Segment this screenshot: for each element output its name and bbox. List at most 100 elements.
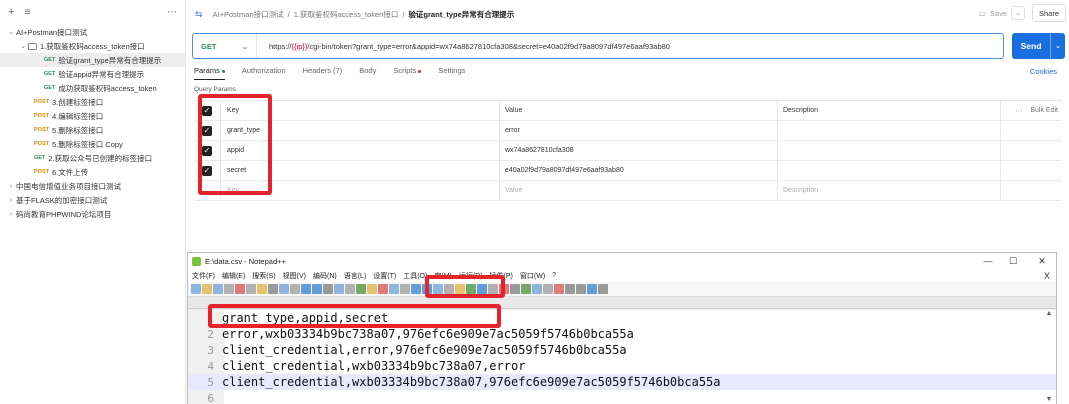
notepad-menu-item[interactable]: 语言(L): [344, 271, 367, 281]
tab-settings[interactable]: Settings: [438, 66, 465, 80]
toolbar-tool-icon[interactable]: [554, 284, 564, 294]
notepad-menu-item[interactable]: 搜索(S): [252, 271, 275, 281]
toolbar-tool-icon[interactable]: [587, 284, 597, 294]
toolbar-tool-icon[interactable]: [191, 284, 201, 294]
notepad-menu-item[interactable]: 编辑(E): [222, 271, 245, 281]
toolbar-tool-icon[interactable]: [323, 284, 333, 294]
toolbar-tool-icon[interactable]: [224, 284, 234, 294]
add-icon[interactable]: +: [8, 6, 14, 18]
sidebar-item[interactable]: POST 4.编辑标签接口: [0, 109, 185, 123]
toolbar-tool-icon[interactable]: [400, 284, 410, 294]
chevron-down-icon[interactable]: ⌄: [18, 42, 28, 50]
toolbar-tool-icon[interactable]: [345, 284, 355, 294]
new-value-input[interactable]: Value: [499, 181, 777, 200]
editor-line[interactable]: 2 error,wxb03334b9bc738a07,976efc6e909e7a…: [188, 326, 1056, 342]
toolbar-tool-icon[interactable]: [389, 284, 399, 294]
close-document-icon[interactable]: X: [1044, 271, 1050, 281]
notepad-menu-item[interactable]: 设置(T): [373, 271, 396, 281]
sidebar-item[interactable]: POST 6.文件上传: [0, 165, 185, 179]
toolbar-tool-icon[interactable]: [598, 284, 608, 294]
toolbar-tool-icon[interactable]: [565, 284, 575, 294]
sidebar-item[interactable]: › 中国电信增值业务项目接口测试: [0, 179, 185, 193]
sidebar-item[interactable]: POST 3.创建标签接口: [0, 95, 185, 109]
toolbar-tool-icon[interactable]: [246, 284, 256, 294]
url-input[interactable]: https://{{ip}}/cgi-bin/token?grant_type=…: [257, 42, 670, 51]
toolbar-tool-icon[interactable]: [334, 284, 344, 294]
sidebar-item[interactable]: POST 5.删除标签接口: [0, 123, 185, 137]
more-icon[interactable]: ⋯: [1015, 107, 1022, 115]
close-icon[interactable]: ✕: [1032, 255, 1052, 267]
editor-line[interactable]: 4 client_credential,wxb03334b9bc738a07,er…: [188, 358, 1056, 374]
breadcrumb-folder[interactable]: 1.获取鉴权码access_token接口: [294, 9, 399, 20]
tab-body[interactable]: Body: [359, 66, 376, 80]
cookies-link[interactable]: Cookies: [1030, 67, 1057, 76]
toolbar-tool-icon[interactable]: [312, 284, 322, 294]
sidebar-item[interactable]: GET 验证appid异常有合理提示: [0, 67, 185, 81]
toolbar-tool-icon[interactable]: [268, 284, 278, 294]
editor-line[interactable]: 5 client_credential,wxb03334b9bc738a07,97…: [188, 374, 1056, 390]
bulk-edit-button[interactable]: Bulk Edit: [1030, 107, 1058, 114]
toolbar-tool-icon[interactable]: [532, 284, 542, 294]
tab-authorization[interactable]: Authorization: [242, 66, 286, 80]
maximize-icon[interactable]: ☐: [1003, 255, 1023, 267]
param-value[interactable]: error: [499, 121, 777, 140]
sidebar-item[interactable]: › 基于FLASK的加密接口测试: [0, 193, 185, 207]
toolbar-tool-icon[interactable]: [213, 284, 223, 294]
editor-line[interactable]: 3 client_credential,error,976efc6e909e7ac…: [188, 342, 1056, 358]
notepad-menu-item[interactable]: 视图(V): [283, 271, 306, 281]
save-button[interactable]: Save: [990, 9, 1007, 18]
sidebar-item[interactable]: ⌄ AI+Postman接口测试: [0, 25, 185, 39]
toolbar-tool-icon[interactable]: [378, 284, 388, 294]
toolbar-tool-icon[interactable]: [202, 284, 212, 294]
sidebar-item[interactable]: ⌄ 1.获取鉴权码access_token接口: [0, 39, 185, 53]
toolbar-tool-icon[interactable]: [411, 284, 421, 294]
send-button[interactable]: Send ⌄: [1012, 33, 1065, 59]
toolbar-tool-icon[interactable]: [301, 284, 311, 294]
chevron-right-icon[interactable]: ›: [6, 197, 16, 204]
toolbar-tool-icon[interactable]: [356, 284, 366, 294]
tab-headers[interactable]: Headers (7): [303, 66, 343, 80]
chevron-down-icon[interactable]: ⌄: [6, 28, 16, 36]
sidebar-item[interactable]: › 码尚教育PHPWIND论坛项目: [0, 207, 185, 221]
sidebar-item[interactable]: GET 成功获取鉴权码access_token: [0, 81, 185, 95]
notepad-menu-item[interactable]: 窗口(W): [520, 271, 545, 281]
toolbar-tool-icon[interactable]: [521, 284, 531, 294]
toolbar-tool-icon[interactable]: [510, 284, 520, 294]
new-description-input[interactable]: Description: [777, 181, 1000, 200]
param-description[interactable]: [777, 161, 1000, 180]
toolbar-tool-icon[interactable]: [367, 284, 377, 294]
chevron-right-icon[interactable]: ›: [6, 211, 16, 218]
toolbar-tool-icon[interactable]: [235, 284, 245, 294]
param-description[interactable]: [777, 121, 1000, 140]
scroll-up-icon[interactable]: ▲: [1044, 310, 1054, 317]
param-description[interactable]: [777, 141, 1000, 160]
minimize-icon[interactable]: —: [978, 255, 998, 267]
breadcrumb-current[interactable]: 验证grant_type异常有合理提示: [408, 9, 514, 20]
toolbar-tool-icon[interactable]: [290, 284, 300, 294]
tab-scripts[interactable]: Scripts: [393, 66, 422, 80]
param-value[interactable]: e40a02f9d79a8097df497e6aaf93ab80: [499, 161, 777, 180]
toolbar-tool-icon[interactable]: [576, 284, 586, 294]
editor-line[interactable]: 6: [188, 390, 1056, 404]
save-dropdown-button[interactable]: ⌄: [1011, 6, 1025, 20]
chevron-right-icon[interactable]: ›: [6, 183, 16, 190]
vertical-scrollbar[interactable]: ▲ ▼: [1044, 310, 1054, 404]
notepad-menu-item[interactable]: ?: [552, 272, 556, 279]
menu-icon[interactable]: ≡: [24, 7, 30, 18]
method-select[interactable]: GET ⌄: [193, 34, 257, 58]
sidebar-item[interactable]: GET 验证grant_type异常有合理提示: [0, 53, 185, 67]
sidebar-item[interactable]: POST 5.删除标签接口 Copy: [0, 137, 185, 151]
toolbar-tool-icon[interactable]: [257, 284, 267, 294]
tab-params[interactable]: Params: [194, 66, 225, 80]
breadcrumb-collection[interactable]: AI+Postman接口测试: [213, 9, 284, 20]
toolbar-tool-icon[interactable]: [543, 284, 553, 294]
toolbar-tool-icon[interactable]: [279, 284, 289, 294]
notepad-menu-item[interactable]: 编码(N): [313, 271, 337, 281]
notepad-menu-item[interactable]: 工具(O): [403, 271, 427, 281]
scroll-down-icon[interactable]: ▼: [1044, 396, 1054, 403]
param-value[interactable]: wx74a8627810cfa308: [499, 141, 777, 160]
notepad-menu-item[interactable]: 文件(F): [192, 271, 215, 281]
chevron-down-icon[interactable]: ⌄: [1050, 33, 1065, 59]
share-button[interactable]: Share: [1032, 4, 1066, 22]
more-icon[interactable]: ⋯: [167, 7, 177, 18]
